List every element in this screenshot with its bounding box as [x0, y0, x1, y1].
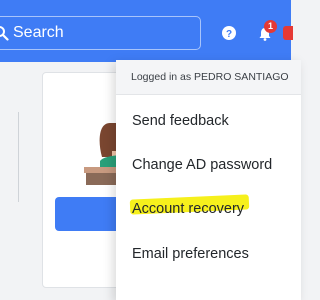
divider [18, 112, 19, 202]
svg-text:?: ? [226, 29, 232, 40]
search-placeholder: Search [13, 24, 64, 41]
notification-badge: 1 [264, 20, 277, 33]
help-icon[interactable]: ? [222, 26, 236, 40]
search-input[interactable]: Search [0, 16, 201, 50]
menu-item-email-preferences[interactable]: Email preferences [132, 246, 249, 262]
search-icon [0, 26, 9, 41]
menu-item-change-ad-password[interactable]: Change AD password [132, 157, 272, 173]
menu-item-send-feedback[interactable]: Send feedback [132, 113, 229, 129]
dropdown-header: Logged in as PEDRO SANTIAGO [116, 60, 301, 95]
menu-item-account-recovery[interactable]: Account recovery [132, 201, 244, 217]
logged-in-label: Logged in as PEDRO SANTIAGO [131, 71, 289, 83]
user-menu-dropdown: Logged in as PEDRO SANTIAGO Send feedbac… [116, 60, 301, 300]
user-avatar[interactable] [283, 26, 293, 40]
top-nav-bar: Search ? 1 [0, 0, 293, 62]
